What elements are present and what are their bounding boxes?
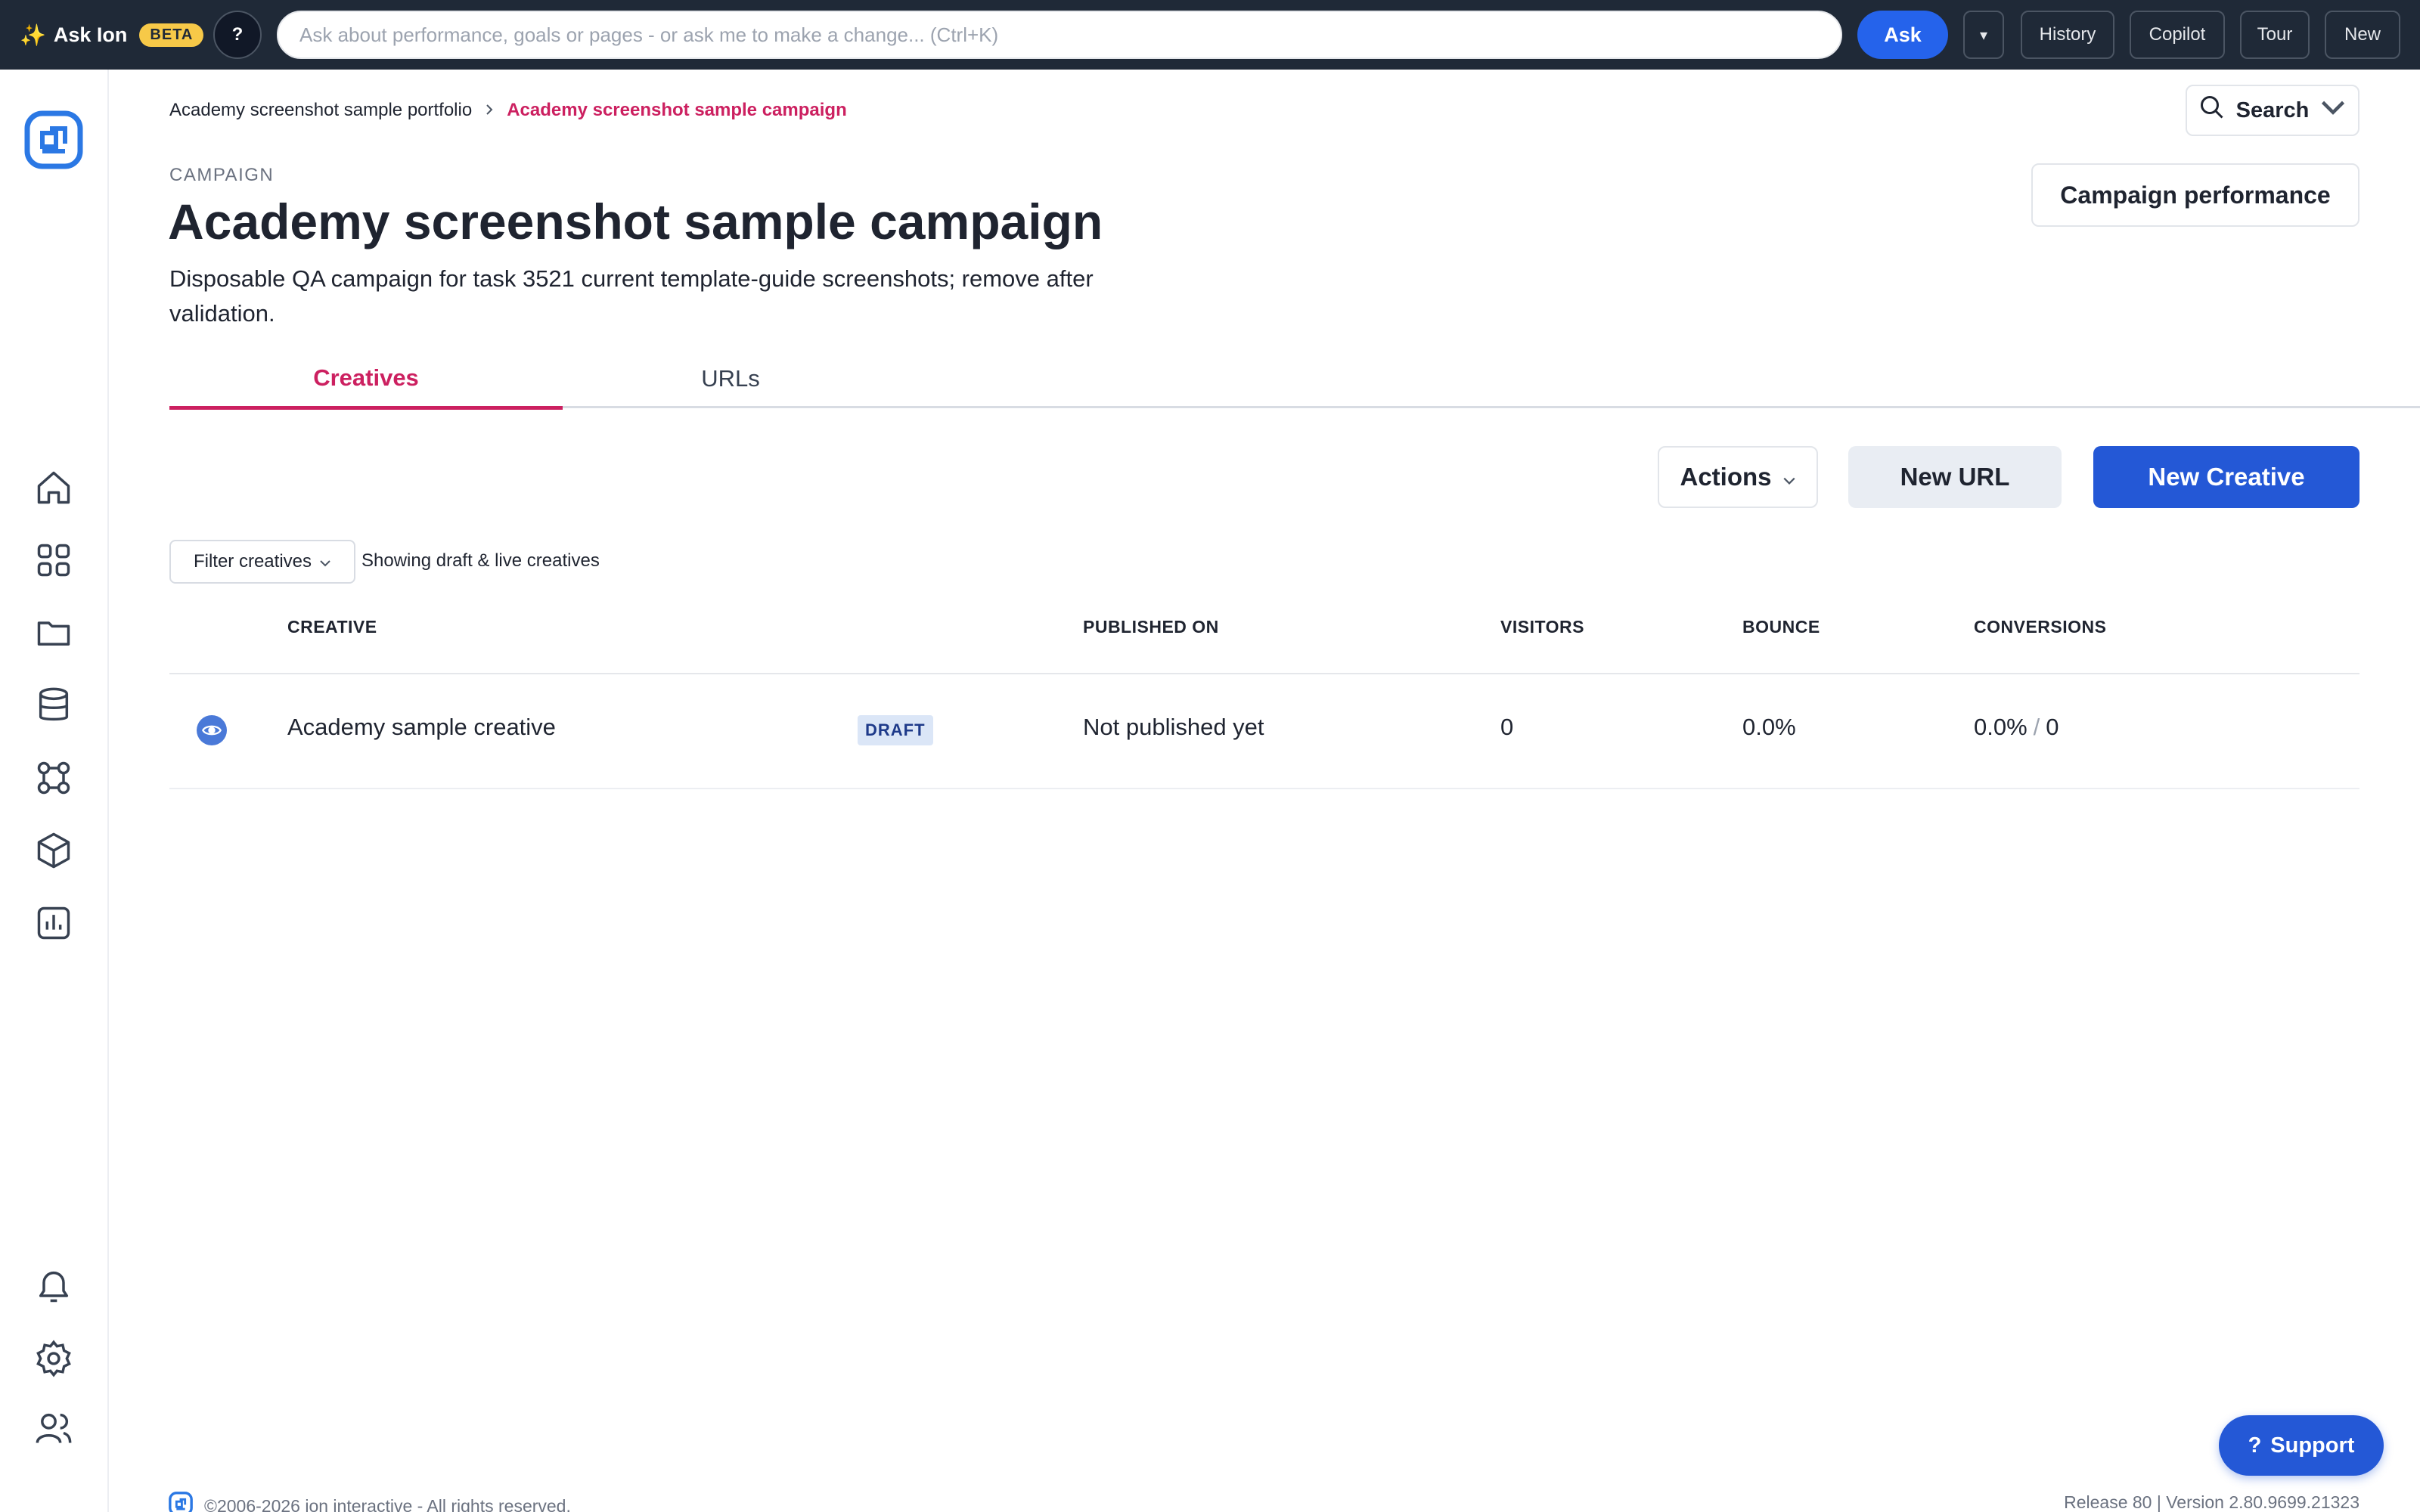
search-icon (2198, 94, 2226, 127)
copyright-text: ©2006-2026 ion interactive - All rights … (204, 1495, 571, 1512)
column-header-creative[interactable]: CREATIVE (287, 617, 377, 637)
ask-options-dropdown[interactable]: ▾ (1963, 11, 2004, 59)
beta-badge: BETA (139, 23, 204, 47)
ask-ion-brand[interactable]: ✨ Ask Ion BETA (20, 17, 204, 53)
home-icon[interactable] (32, 466, 76, 510)
database-icon[interactable] (32, 683, 76, 727)
breadcrumb-current: Academy screenshot sample campaign (507, 100, 847, 120)
gear-icon[interactable] (32, 1337, 76, 1380)
chevron-down-icon (2319, 94, 2347, 127)
eye-icon[interactable] (197, 715, 227, 745)
ask-input[interactable] (277, 11, 1842, 59)
column-header-conversions[interactable]: CONVERSIONS (1974, 617, 2106, 637)
chevron-right-icon (486, 101, 493, 120)
creatives-table-header: CREATIVE PUBLISHED ON VISITORS BOUNCE CO… (169, 605, 2360, 674)
breadcrumb-portfolio-link[interactable]: Academy screenshot sample portfolio (169, 100, 472, 121)
conversion-count: 0 (2046, 714, 2059, 740)
page-title: Academy screenshot sample campaign (168, 194, 1103, 249)
folder-icon[interactable] (32, 611, 76, 655)
ask-ion-bar: ✨ Ask Ion BETA ? Ask ▾ History Copilot T… (0, 0, 2420, 70)
cube-icon[interactable] (32, 829, 76, 872)
chevron-down-icon (1782, 463, 1796, 491)
tour-button[interactable]: Tour (2240, 11, 2310, 59)
ion-logo-icon[interactable] (23, 109, 85, 171)
column-header-bounce[interactable]: BOUNCE (1742, 617, 1820, 637)
support-label: Support (2270, 1433, 2355, 1458)
conversion-separator: / (2033, 714, 2040, 740)
search-label: Search (2235, 98, 2310, 122)
column-header-visitors[interactable]: VISITORS (1500, 617, 1584, 637)
ask-ion-label: Ask Ion (53, 23, 128, 46)
new-url-button[interactable]: New URL (1848, 446, 2062, 508)
new-chat-button[interactable]: New (2325, 11, 2400, 59)
campaign-tabs: Creatives URLs (169, 349, 2420, 410)
help-button[interactable]: ? (213, 11, 262, 59)
column-header-published-on[interactable]: PUBLISHED ON (1083, 617, 1219, 637)
filter-status-text: Showing draft & live creatives (361, 550, 600, 571)
published-on-value: Not published yet (1083, 714, 1264, 740)
table-row[interactable]: Academy sample creative DRAFT Not publis… (169, 674, 2360, 789)
integrations-icon[interactable] (32, 756, 76, 800)
copilot-button[interactable]: Copilot (2130, 11, 2225, 59)
page-kicker: CAMPAIGN (169, 165, 275, 185)
sparkle-icon: ✨ (20, 23, 46, 47)
tab-creatives[interactable]: Creatives (169, 349, 563, 410)
creative-name-link[interactable]: Academy sample creative (287, 714, 556, 741)
actions-label: Actions (1680, 463, 1772, 491)
breadcrumb: Academy screenshot sample portfolio Acad… (169, 97, 847, 124)
filter-creatives-dropdown[interactable]: Filter creatives (169, 540, 355, 584)
tab-urls[interactable]: URLs (534, 349, 927, 408)
footer-copyright: ©2006-2026 ion interactive - All rights … (168, 1491, 571, 1512)
chevron-down-icon (319, 551, 331, 572)
filter-label: Filter creatives (193, 551, 312, 572)
page-description: Disposable QA campaign for task 3521 cur… (169, 265, 1094, 327)
status-badge: DRAFT (858, 715, 933, 745)
support-button[interactable]: ? Support (2219, 1415, 2384, 1476)
left-nav-rail (0, 70, 109, 1512)
version-text: Release 80 | Version 2.80.9699.21323 (2064, 1492, 2360, 1512)
search-button[interactable]: Search (2186, 85, 2360, 136)
apps-grid-icon[interactable] (32, 538, 76, 582)
analytics-icon[interactable] (32, 901, 76, 945)
history-button[interactable]: History (2021, 11, 2114, 59)
question-icon: ? (2248, 1433, 2262, 1458)
ion-logo-small-icon (168, 1491, 194, 1512)
ask-button[interactable]: Ask (1857, 11, 1948, 59)
actions-dropdown[interactable]: Actions (1658, 446, 1818, 508)
campaign-performance-button[interactable]: Campaign performance (2031, 163, 2360, 227)
bell-icon[interactable] (32, 1264, 76, 1308)
conversions-value: 0.0%/0 (1974, 714, 2059, 741)
users-icon[interactable] (32, 1406, 76, 1450)
bounce-value: 0.0% (1742, 714, 1796, 740)
new-creative-button[interactable]: New Creative (2093, 446, 2360, 508)
conversion-rate: 0.0% (1974, 714, 2028, 740)
visitors-value: 0 (1500, 714, 1514, 740)
